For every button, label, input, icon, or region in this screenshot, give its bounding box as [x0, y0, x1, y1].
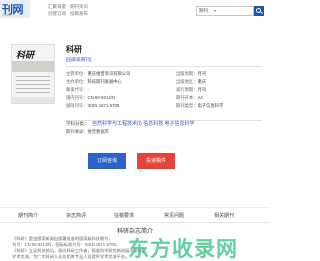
- search-box: 期刊 ▾: [196, 6, 254, 16]
- search-button[interactable]: [254, 6, 264, 16]
- field-region: 出版地区：重庆: [176, 79, 207, 84]
- field-sponsor: 主办单位：科技期刊发展中心: [66, 79, 122, 84]
- journal-cover: 科研: [11, 44, 55, 104]
- divider: [66, 66, 262, 67]
- tab-bar: 期刊简介 杂志简评 征稿要求 常见问题 相关期刊: [0, 207, 270, 223]
- field-issn: 国际刊号：ISSN 1671-5705: [66, 103, 120, 108]
- header-slogan: 汇聚海量 · 期刊资讯 创建订阅 · 投稿发布: [48, 3, 88, 17]
- indexing-info: 期刊收录：维普数据库: [66, 129, 109, 134]
- top-header: 刊网 COM 汇聚海量 · 期刊资讯 创建订阅 · 投稿发布 期刊 ▾: [0, 0, 270, 22]
- subject-link[interactable]: 自然科学与工程技术(I) 信息科技 电子信息科学: [92, 120, 195, 127]
- journal-title: 科研: [66, 45, 82, 54]
- subscribe-button[interactable]: 订阅咨询: [88, 153, 126, 169]
- submit-manuscript-button[interactable]: 投递稿件: [137, 153, 175, 169]
- field-cn: 国内刊号：CN 50-9214/N: [66, 95, 115, 100]
- watermark-text: 东方收录网: [128, 237, 238, 261]
- field-release-cycle: 发行周期：月刊: [176, 87, 207, 92]
- watermark: 东方收录网: [124, 233, 270, 261]
- site-logo[interactable]: 刊网 COM: [0, 0, 30, 18]
- subject-label: 学科分类：: [66, 121, 89, 126]
- field-sponsor-admin: 主管单位：重庆维普资讯有限公司: [66, 71, 131, 76]
- slogan-line-1: 汇聚海量 · 期刊资讯: [48, 4, 88, 9]
- tab-intro[interactable]: 期刊简介: [18, 212, 38, 219]
- field-format: 期刊开本：A4: [176, 95, 203, 100]
- tab-requirements[interactable]: 征稿要求: [114, 212, 134, 219]
- level-badge: [国家级期刊]: [66, 57, 92, 62]
- field-frequency: 出版周期：月刊: [176, 71, 207, 76]
- field-type: 期刊类型：电子信息科学: [176, 103, 224, 108]
- cover-title: 科研: [16, 51, 35, 61]
- slogan-line-2: 创建订阅 · 投稿发布: [48, 11, 88, 16]
- field-postal-code: 邮发代号：-: [66, 87, 89, 92]
- search-input[interactable]: [220, 8, 240, 15]
- tab-faq[interactable]: 常见问题: [164, 212, 184, 219]
- chevron-down-icon: ▾: [214, 8, 217, 13]
- search-category-select[interactable]: 期刊: [199, 8, 208, 14]
- tab-review[interactable]: 杂志简评: [66, 212, 86, 219]
- tab-related[interactable]: 相关期刊: [214, 212, 234, 219]
- logo-sub: COM: [2, 12, 12, 17]
